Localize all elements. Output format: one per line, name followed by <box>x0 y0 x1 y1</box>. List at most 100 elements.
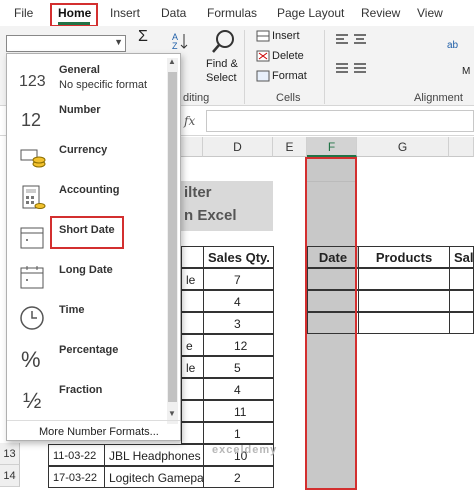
find-select-label[interactable]: Find & <box>206 58 238 70</box>
cell-sales-qty[interactable]: 4 <box>203 290 274 312</box>
cell-sales-empty[interactable] <box>449 290 474 312</box>
watermark-logo: exceldemy <box>212 444 278 456</box>
cell-product[interactable] <box>181 378 204 400</box>
number-12-icon: 12 <box>19 104 47 132</box>
tab-formulas[interactable]: Formulas <box>207 6 257 20</box>
long-date-calendar-icon <box>19 264 47 292</box>
format-option-label: Percentage <box>59 344 119 356</box>
cell-sales-qty[interactable]: 12 <box>203 334 274 356</box>
tab-file[interactable]: File <box>14 6 33 20</box>
format-cells-button[interactable]: Format <box>272 70 307 82</box>
cell-sales-qty[interactable]: 3 <box>203 312 274 334</box>
fraction-icon: ½ <box>19 384 47 413</box>
cell-product[interactable]: Logitech Gamepad <box>104 466 204 488</box>
cell-date[interactable]: 11-03-22 <box>48 444 105 466</box>
editing-group-label: diting <box>183 92 210 104</box>
format-option-general[interactable]: 123 General No specific format <box>7 60 167 100</box>
format-option-label: Accounting <box>59 184 120 196</box>
row-header-13[interactable]: 13 <box>0 443 20 465</box>
merge-center-icon[interactable]: M <box>462 66 470 77</box>
cell-product[interactable] <box>181 400 204 422</box>
cell-sales-qty[interactable]: 5 <box>203 356 274 378</box>
format-option-number[interactable]: 12 Number <box>7 100 167 140</box>
general-123-icon: 123 <box>19 64 47 92</box>
ribbon-separator <box>244 30 245 104</box>
delete-cells-icon[interactable] <box>256 50 270 62</box>
format-option-label: General <box>59 64 100 76</box>
header-products[interactable]: Products <box>358 246 450 268</box>
cell-product[interactable]: e <box>181 334 204 356</box>
alignment-icons[interactable] <box>334 32 384 78</box>
menu-bar: File Home Insert Data Formulas Page Layo… <box>0 0 474 27</box>
scrollbar-thumb[interactable] <box>168 72 177 402</box>
tab-page-layout[interactable]: Page Layout <box>277 6 344 20</box>
active-tab-underline <box>58 22 90 25</box>
sort-filter-icon[interactable]: A Z <box>172 30 196 50</box>
cell-sales-qty[interactable]: 4 <box>203 378 274 400</box>
cell-product[interactable] <box>181 290 204 312</box>
tab-view[interactable]: View <box>417 6 443 20</box>
find-select-label2[interactable]: Select <box>206 72 237 84</box>
cell-sales-qty[interactable]: 2 <box>203 466 274 488</box>
delete-cells-button[interactable]: Delete <box>272 50 304 62</box>
alignment-group-label: Alignment <box>414 92 463 104</box>
format-option-percentage[interactable]: % Percentage <box>7 340 167 380</box>
cell-products-empty[interactable] <box>358 290 450 312</box>
fx-icon[interactable]: fx <box>184 114 195 128</box>
cell-sales-qty[interactable]: 1 <box>203 422 274 444</box>
column-header-c[interactable] <box>181 137 203 157</box>
autosum-icon[interactable]: Σ <box>138 28 148 46</box>
cell-products-empty[interactable] <box>358 312 450 334</box>
cell-sales-qty[interactable]: 11 <box>203 400 274 422</box>
cell-products-empty[interactable] <box>358 268 450 290</box>
cell-date[interactable]: 17-03-22 <box>48 466 105 488</box>
format-option-currency[interactable]: Currency <box>7 140 167 180</box>
percent-icon: % <box>19 344 47 372</box>
format-option-label: Fraction <box>59 384 103 396</box>
column-header-g[interactable]: G <box>357 137 449 157</box>
format-option-long-date[interactable]: Long Date <box>7 260 167 300</box>
tab-data[interactable]: Data <box>161 6 186 20</box>
more-number-formats[interactable]: More Number Formats... <box>7 420 180 442</box>
header-sales-qty[interactable]: Sales Qty. <box>203 246 274 268</box>
find-select-icon[interactable] <box>210 28 238 56</box>
format-option-time[interactable]: Time <box>7 300 167 340</box>
formula-input[interactable] <box>206 110 474 132</box>
tab-review[interactable]: Review <box>361 6 400 20</box>
number-format-combobox[interactable]: ▼ <box>6 35 126 52</box>
column-header-h[interactable] <box>449 137 474 157</box>
left-header-b[interactable] <box>181 246 204 268</box>
insert-cells-icon[interactable] <box>256 30 270 42</box>
cell-sales-qty[interactable]: 7 <box>203 268 274 290</box>
column-header-f[interactable]: F <box>307 137 357 157</box>
cell-product[interactable] <box>181 422 204 444</box>
cell-sales-empty[interactable] <box>449 268 474 290</box>
chevron-down-icon[interactable]: ▼ <box>114 37 123 47</box>
cell-product[interactable] <box>181 312 204 334</box>
scroll-down-icon[interactable]: ▼ <box>168 409 176 418</box>
format-option-fraction[interactable]: ½ Fraction <box>7 380 167 420</box>
insert-cells-button[interactable]: Insert <box>272 30 300 42</box>
title-line-1: ilter <box>184 184 212 201</box>
row-header-14[interactable]: 14 <box>0 465 20 487</box>
currency-coins-icon <box>19 144 47 172</box>
svg-text:12: 12 <box>21 110 41 130</box>
cell-product[interactable]: JBL Headphones <box>104 444 204 466</box>
column-header-d[interactable]: D <box>203 137 273 157</box>
format-option-label: Number <box>59 104 101 116</box>
cell-product[interactable]: le <box>181 356 204 378</box>
tab-home[interactable]: Home <box>58 6 91 20</box>
format-option-accounting[interactable]: Accounting <box>7 180 167 220</box>
header-sales[interactable]: Sale <box>449 246 474 268</box>
short-date-highlight <box>50 216 124 249</box>
wrap-text-icon[interactable]: ab <box>447 40 458 51</box>
tab-insert[interactable]: Insert <box>110 6 140 20</box>
format-cells-icon[interactable] <box>256 70 270 82</box>
format-option-label: Long Date <box>59 264 113 276</box>
cell-product[interactable]: le <box>181 268 204 290</box>
accounting-calculator-icon <box>19 184 47 212</box>
column-header-e[interactable]: E <box>273 137 307 157</box>
ribbon-separator-2 <box>324 30 325 104</box>
cell-sales-empty[interactable] <box>449 312 474 334</box>
scroll-up-icon[interactable]: ▲ <box>168 57 176 66</box>
